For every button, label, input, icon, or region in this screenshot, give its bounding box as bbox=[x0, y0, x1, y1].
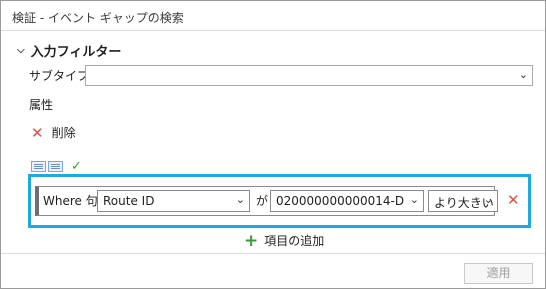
delete-button[interactable]: ✕ 削除 bbox=[31, 124, 76, 141]
add-item-button[interactable]: + 項目の追加 bbox=[244, 232, 324, 249]
input-filter-header[interactable]: ⌵ 入力フィルター bbox=[17, 41, 121, 60]
attributes-label: 属性 bbox=[29, 98, 54, 112]
section-title: 入力フィルター bbox=[30, 45, 122, 60]
indent-right-icon[interactable] bbox=[48, 161, 63, 172]
where-clause-label: Where 句 bbox=[43, 194, 98, 208]
field-dropdown[interactable]: Route ID ⌄ bbox=[97, 190, 250, 212]
indent-left-icon[interactable] bbox=[31, 161, 46, 172]
field-value: Route ID bbox=[103, 194, 155, 208]
remove-clause-icon[interactable]: ✕ bbox=[507, 191, 520, 209]
footer-divider bbox=[1, 253, 545, 254]
checkmark-icon[interactable]: ✓ bbox=[71, 159, 82, 174]
connector-label: が bbox=[256, 194, 269, 208]
add-item-label: 項目の追加 bbox=[264, 234, 325, 248]
value-text: 020000000000014-D bbox=[276, 194, 405, 208]
operator-dropdown[interactable]: より大きい ⌄ bbox=[428, 190, 498, 212]
title-divider bbox=[1, 30, 545, 31]
plus-icon: + bbox=[244, 230, 259, 251]
apply-button[interactable]: 適用 bbox=[464, 263, 533, 284]
chevron-down-icon: ⌵ bbox=[17, 45, 25, 56]
chevron-down-icon: ⌄ bbox=[483, 193, 493, 206]
delete-label: 削除 bbox=[51, 126, 76, 140]
chevron-down-icon: ⌄ bbox=[235, 193, 245, 206]
dialog-frame: 検証 - イベント ギャップの検索 ⌵ 入力フィルター サブタイプ ⌄ 属性 ✕… bbox=[0, 0, 546, 289]
window-title: 検証 - イベント ギャップの検索 bbox=[12, 11, 184, 25]
subtype-dropdown[interactable]: ⌄ bbox=[85, 65, 533, 86]
value-dropdown[interactable]: 020000000000014-D ⌄ bbox=[270, 190, 424, 212]
close-icon: ✕ bbox=[31, 123, 44, 142]
chevron-down-icon: ⌄ bbox=[518, 68, 528, 81]
chevron-down-icon: ⌄ bbox=[409, 193, 419, 206]
subtype-label: サブタイプ bbox=[29, 69, 90, 83]
clause-toolbar: ✓ bbox=[31, 159, 82, 174]
